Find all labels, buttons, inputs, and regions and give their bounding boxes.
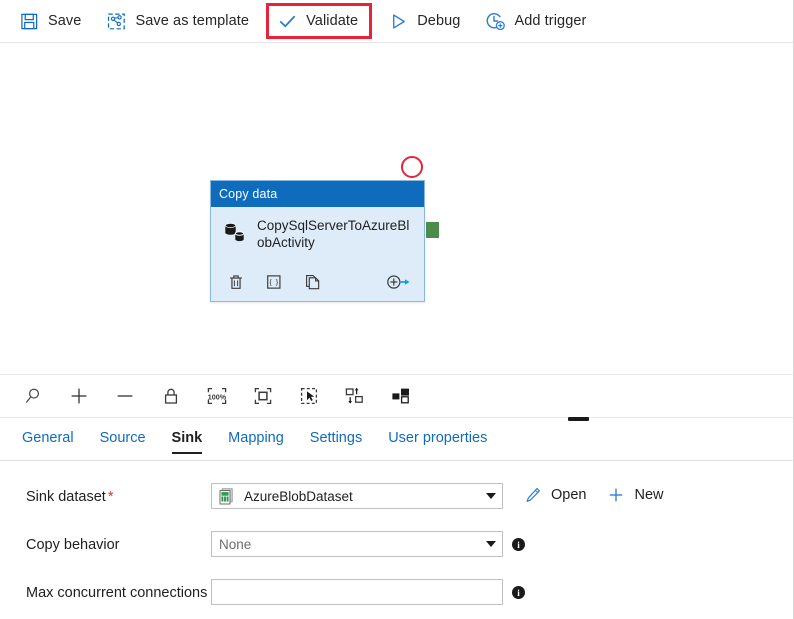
svg-text:{ }: { } <box>269 277 279 287</box>
svg-text:100%: 100% <box>208 392 227 401</box>
zoom-tool-icon[interactable] <box>22 385 44 407</box>
save-as-template-label: Save as template <box>135 13 250 29</box>
activity-node-type-label: Copy data <box>219 187 278 201</box>
tab-source[interactable]: Source <box>100 418 146 460</box>
required-marker: * <box>107 489 114 505</box>
debug-button[interactable]: Debug <box>383 6 470 36</box>
code-activity-icon[interactable]: { } <box>263 271 285 293</box>
copy-behavior-control: None <box>211 531 503 557</box>
pipeline-canvas[interactable]: Copy data CopySqlServerToAzureBlobActivi… <box>0 43 793 375</box>
zoom-in-icon[interactable] <box>68 385 90 407</box>
new-dataset-label: New <box>634 487 664 503</box>
tab-source-label: Source <box>99 430 146 446</box>
tab-mapping[interactable]: Mapping <box>228 418 284 460</box>
activity-properties-tabs: General Source Sink Mapping Settings Use… <box>0 418 793 461</box>
canvas-toolbar: 100% <box>0 375 793 421</box>
sink-dataset-dropdown[interactable]: AzureBlobDataset <box>211 483 503 509</box>
add-trigger-icon <box>484 10 506 32</box>
max-concurrent-connections-row: Max concurrent connections i <box>26 579 793 605</box>
save-icon <box>18 10 40 32</box>
save-button-label: Save <box>48 13 82 29</box>
plus-icon <box>606 485 626 505</box>
play-triangle-icon <box>387 10 409 32</box>
activity-node-header: Copy data <box>211 181 424 207</box>
tab-general-label: General <box>22 430 74 446</box>
sink-dataset-label: Sink dataset * <box>26 483 211 507</box>
add-trigger-button[interactable]: Add trigger <box>480 6 596 36</box>
panel-resize-handle[interactable] <box>568 417 589 421</box>
clone-activity-icon[interactable] <box>301 271 323 293</box>
copy-data-databases-icon <box>221 219 249 247</box>
checkmark-icon <box>276 10 298 32</box>
tab-user-properties[interactable]: User properties <box>388 418 487 460</box>
success-output-port[interactable] <box>425 221 440 239</box>
sink-dataset-label-text: Sink dataset <box>26 489 106 505</box>
copy-behavior-value: None <box>219 536 252 552</box>
save-as-template-icon <box>105 10 127 32</box>
activity-node-body: CopySqlServerToAzureBlobActivity <box>211 207 424 265</box>
tab-user-properties-label: User properties <box>388 430 488 446</box>
zoom-100-percent-icon[interactable]: 100% <box>206 385 228 407</box>
add-output-icon[interactable] <box>384 271 412 293</box>
open-dataset-label: Open <box>551 487 587 503</box>
activity-node-name: CopySqlServerToAzureBlobActivity <box>257 218 410 250</box>
max-concurrent-connections-control <box>211 579 503 605</box>
chevron-down-icon <box>486 541 496 547</box>
activity-node-copy-data[interactable]: Copy data CopySqlServerToAzureBlobActivi… <box>210 180 425 302</box>
pipeline-editor: Save Save as template Validate Debug Add… <box>0 0 794 619</box>
validate-button-label: Validate <box>306 13 359 29</box>
save-button[interactable]: Save <box>14 6 91 36</box>
new-dataset-button[interactable]: New <box>606 485 664 505</box>
tab-sink[interactable]: Sink <box>171 418 203 460</box>
tab-settings-label: Settings <box>309 430 363 446</box>
chevron-down-icon <box>486 493 496 499</box>
lock-canvas-icon[interactable] <box>160 385 182 407</box>
sink-dataset-row: Sink dataset * AzureBlobDataset Open New <box>26 483 793 509</box>
pencil-icon <box>523 485 543 505</box>
copy-behavior-info-icon[interactable]: i <box>512 538 525 551</box>
tab-settings[interactable]: Settings <box>310 418 362 460</box>
sink-properties-form: Sink dataset * AzureBlobDataset Open New… <box>0 461 793 619</box>
auto-align-icon[interactable] <box>344 385 366 407</box>
open-dataset-button[interactable]: Open <box>523 485 586 505</box>
zoom-out-icon[interactable] <box>114 385 136 407</box>
debug-button-label: Debug <box>417 13 461 29</box>
add-trigger-button-label: Add trigger <box>514 13 587 29</box>
tab-general[interactable]: General <box>22 418 74 460</box>
validate-button[interactable]: Validate <box>266 3 373 39</box>
max-concurrent-connections-input[interactable] <box>211 579 503 605</box>
max-concurrent-connections-info-icon[interactable]: i <box>512 586 525 599</box>
save-as-template-button[interactable]: Save as template <box>101 6 259 36</box>
delete-activity-icon[interactable] <box>225 271 247 293</box>
dataset-file-icon <box>219 487 235 505</box>
zoom-to-fit-icon[interactable] <box>252 385 274 407</box>
copy-behavior-label: Copy behavior <box>26 537 120 553</box>
tab-mapping-label: Mapping <box>228 430 284 446</box>
copy-behavior-row: Copy behavior None i <box>26 531 793 557</box>
activity-node-actions: { } <box>211 265 424 299</box>
copy-behavior-dropdown[interactable]: None <box>211 531 503 557</box>
red-circle-annotation <box>401 156 423 178</box>
layout-icon[interactable] <box>390 385 412 407</box>
tab-sink-label: Sink <box>171 430 203 446</box>
select-mode-icon[interactable] <box>298 385 320 407</box>
max-concurrent-connections-label: Max concurrent connections <box>26 585 208 601</box>
sink-dataset-value: AzureBlobDataset <box>244 488 353 504</box>
sink-dataset-control: AzureBlobDataset <box>211 483 503 509</box>
command-bar: Save Save as template Validate Debug Add… <box>0 0 793 43</box>
